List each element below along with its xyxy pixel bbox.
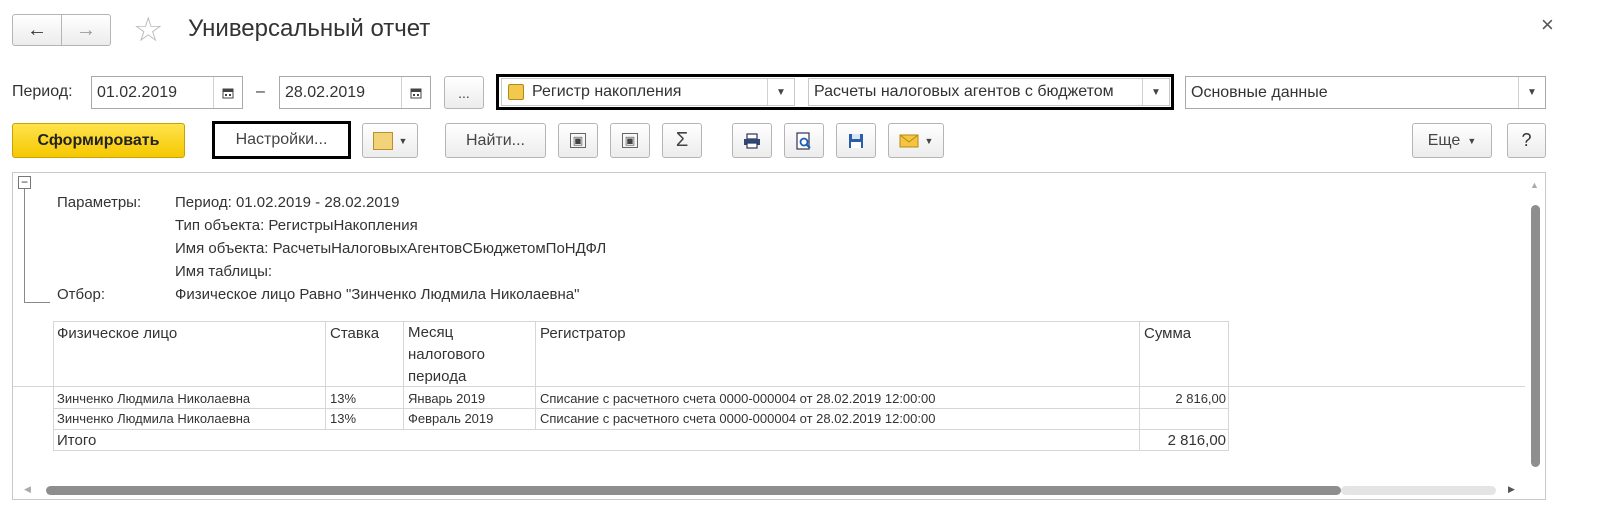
print-button[interactable] (732, 123, 772, 158)
column-header-tax-month: Месяц налогового периода (408, 324, 485, 385)
row-guide-line (13, 386, 1525, 387)
close-icon[interactable]: × (1541, 12, 1554, 38)
chevron-down-icon: ▼ (924, 135, 934, 146)
send-email-button[interactable]: ▼ (888, 123, 944, 158)
grid-line (325, 321, 326, 430)
register-icon (508, 84, 524, 100)
period-dash: – (256, 83, 265, 100)
envelope-icon (899, 134, 919, 147)
table-row-1-month: Январь 2019 (408, 391, 486, 406)
table-row-2-registrar[interactable]: Списание с расчетного счета 0000-000004 … (540, 411, 935, 426)
expand-groups-icon: ▣ (621, 133, 639, 148)
table-row-2-rate: 13% (330, 411, 357, 426)
minus-icon: − (20, 175, 28, 189)
param-object-name: Имя объекта: РасчетыНалоговыхАгентовСБюд… (175, 240, 607, 257)
chevron-down-icon[interactable]: ▼ (1142, 79, 1169, 105)
expand-groups-button[interactable]: ▣ (610, 123, 650, 158)
scroll-left-arrow-icon[interactable]: ◀ (24, 484, 31, 495)
params-label: Параметры: (57, 194, 142, 211)
scroll-up-arrow-icon[interactable]: ▲ (1530, 180, 1539, 190)
chevron-down-icon[interactable]: ▼ (1518, 77, 1545, 108)
grid-line (53, 450, 1229, 451)
param-table-name: Имя таблицы: (175, 263, 273, 280)
param-object-type: Тип объекта: РегистрыНакопления (175, 217, 418, 234)
total-label: Итого (57, 432, 97, 449)
group-collapse-toggle[interactable]: − (18, 176, 31, 189)
printer-icon (744, 132, 760, 149)
chevron-down-icon[interactable]: ▼ (767, 79, 794, 105)
column-header-registrar: Регистратор (540, 325, 626, 342)
back-button[interactable]: ← (12, 14, 62, 46)
grid-line (53, 321, 1229, 322)
variant-menu-button[interactable]: ▼ (362, 123, 418, 158)
table-row-1-rate: 13% (330, 391, 357, 406)
calendar-icon[interactable] (401, 77, 430, 108)
find-button[interactable]: Найти... (445, 123, 546, 158)
column-header-sum: Сумма (1144, 325, 1192, 342)
grid-line (535, 321, 536, 430)
period-to-field[interactable]: 28.02.2019 (279, 76, 431, 109)
more-button[interactable]: Еще ▼ (1412, 123, 1492, 158)
object-name-select[interactable]: Расчеты налоговых агентов с бюджетом ▼ (808, 78, 1170, 106)
collapse-groups-button[interactable]: ▣ (558, 123, 598, 158)
page-title: Универсальный отчет (188, 15, 431, 42)
chevron-down-icon: ▼ (1467, 135, 1477, 146)
print-preview-icon (796, 131, 811, 150)
save-button[interactable] (836, 123, 876, 158)
group-bracket-foot (24, 302, 50, 303)
floppy-disk-icon (849, 133, 863, 148)
table-row-1-registrar[interactable]: Списание с расчетного счета 0000-000004 … (540, 391, 935, 406)
horizontal-scrollbar-track[interactable] (1341, 486, 1496, 495)
table-row-1-person: Зинченко Людмила Николаевна (57, 391, 251, 406)
horizontal-scrollbar-thumb[interactable] (46, 486, 1341, 495)
arrow-left-icon: ← (27, 18, 47, 41)
table-row-1-sum: 2 816,00 (1175, 391, 1226, 406)
column-header-person: Физическое лицо (57, 325, 178, 342)
period-label: Период: (12, 83, 73, 100)
filter-value: Физическое лицо Равно "Зинченко Людмила … (175, 286, 580, 303)
vertical-scrollbar-thumb[interactable] (1531, 205, 1540, 467)
chevron-down-icon: ▼ (398, 135, 408, 146)
filter-label: Отбор: (57, 286, 105, 303)
preview-button[interactable] (784, 123, 824, 158)
arrow-right-icon: → (76, 18, 96, 41)
period-from-field[interactable]: 01.02.2019 (91, 76, 243, 109)
grid-line (53, 408, 1229, 409)
report-variant-icon (372, 131, 393, 150)
object-type-select[interactable]: Регистр накопления ▼ (501, 78, 795, 106)
grid-line (53, 429, 1229, 430)
collapse-groups-icon: ▣ (569, 133, 587, 148)
table-select[interactable]: Основные данные ▼ (1185, 76, 1546, 109)
favorite-star-icon[interactable]: ☆ (133, 10, 163, 50)
table-row-2-person: Зинченко Людмила Николаевна (57, 411, 251, 426)
sum-button[interactable]: Σ (662, 123, 702, 158)
scroll-right-arrow-icon[interactable]: ▶ (1508, 484, 1515, 495)
param-period: Период: 01.02.2019 - 28.02.2019 (175, 194, 400, 211)
table-row-2-month: Февраль 2019 (408, 411, 494, 426)
forward-button[interactable]: → (61, 14, 111, 46)
settings-button[interactable]: Настройки... (212, 121, 351, 159)
total-value: 2 816,00 (1167, 432, 1226, 449)
calendar-icon[interactable] (213, 77, 242, 108)
grid-line (403, 321, 404, 430)
help-button[interactable]: ? (1507, 123, 1546, 158)
generate-button[interactable]: Сформировать (12, 123, 185, 158)
column-header-rate: Ставка (330, 325, 380, 342)
group-bracket-line (24, 189, 25, 302)
sum-icon: Σ (675, 129, 689, 151)
period-select-button[interactable]: ... (444, 76, 484, 109)
